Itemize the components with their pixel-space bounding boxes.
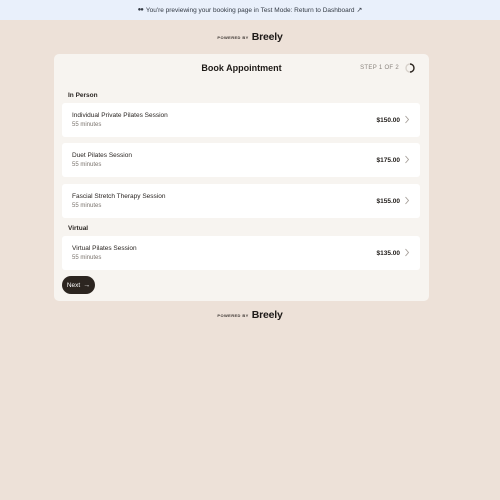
powered-by-bottom: POWERED BY Breely (0, 308, 500, 322)
service-duration: 55 minutes (72, 162, 102, 168)
external-link-icon[interactable]: ↗ (357, 6, 363, 14)
section-label-in-person: In Person (68, 92, 98, 99)
card-header: Book Appointment STEP 1 OF 2 (54, 54, 429, 84)
service-item-virtual-pilates[interactable]: Virtual Pilates Session 55 minutes $135.… (62, 236, 420, 270)
powered-by-label: POWERED BY (217, 34, 249, 40)
powered-by-label: POWERED BY (217, 312, 249, 318)
next-button-label: Next (66, 281, 81, 289)
test-mode-message[interactable]: You're previewing your booking page in T… (146, 7, 355, 14)
brand-logo: Breely (251, 309, 283, 321)
brand-logo: Breely (251, 31, 283, 43)
service-name: Fascial Stretch Therapy Session (72, 193, 166, 200)
service-duration: 55 minutes (72, 203, 102, 209)
service-name: Duet Pilates Session (72, 152, 132, 159)
service-price: $155.00 (376, 198, 401, 205)
service-item-fascial-stretch-therapy[interactable]: Fascial Stretch Therapy Session 55 minut… (62, 184, 420, 218)
service-name: Virtual Pilates Session (72, 245, 137, 252)
powered-by-top: POWERED BY Breely (0, 30, 500, 44)
test-mode-banner[interactable]: ●● You're previewing your booking page i… (0, 0, 500, 20)
arrow-right-icon: → (83, 281, 91, 289)
service-name: Individual Private Pilates Session (72, 112, 168, 119)
chevron-right-icon (405, 196, 410, 205)
chevron-right-icon (405, 115, 410, 124)
service-price: $150.00 (376, 117, 401, 124)
service-duration: 55 minutes (72, 122, 102, 128)
service-price: $135.00 (376, 250, 401, 257)
progress-ring-icon (405, 63, 415, 73)
next-button[interactable]: Next → (62, 276, 95, 294)
step-indicator: STEP 1 OF 2 (360, 65, 399, 71)
service-price: $175.00 (376, 157, 401, 164)
service-item-individual-private-pilates[interactable]: Individual Private Pilates Session 55 mi… (62, 103, 420, 137)
section-label-virtual: Virtual (68, 225, 89, 232)
booking-card: Book Appointment STEP 1 OF 2 In Person I… (54, 54, 429, 301)
eyes-icon: ●● (137, 7, 144, 13)
service-duration: 55 minutes (72, 255, 102, 261)
chevron-right-icon (405, 248, 410, 257)
chevron-right-icon (405, 155, 410, 164)
service-item-duet-pilates[interactable]: Duet Pilates Session 55 minutes $175.00 (62, 143, 420, 177)
